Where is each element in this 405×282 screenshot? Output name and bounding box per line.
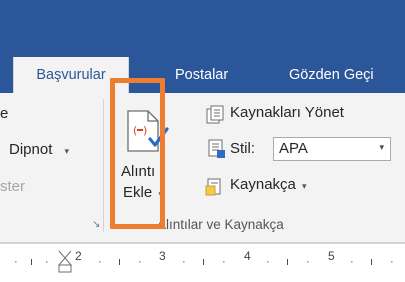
manage-sources-label: Kaynakları Yönet <box>230 104 344 121</box>
citation-document-icon: ( ) <box>127 110 169 152</box>
ruler-tick: · <box>98 256 102 268</box>
ruler-tick: ı <box>370 256 374 268</box>
ruler-tick: · <box>138 256 142 268</box>
insert-footnote-button[interactable]: Dipnot ▾ <box>9 141 69 158</box>
bibliography-button[interactable]: Kaynakça ▾ <box>205 175 345 199</box>
ruler-tick: · <box>14 256 18 268</box>
ribbon-panel: e Dipnot ▾ ster ( ) Alıntı Ekle ▾ Kaynak… <box>0 93 405 243</box>
insert-citation-button[interactable]: ( ) Alıntı Ekle ▾ <box>116 103 170 215</box>
citation-style-value: APA <box>279 140 308 157</box>
bibliography-label: Kaynakça ▾ <box>230 176 307 193</box>
ribbon-tabs: Başvurular Postalar Gözden Geçi <box>0 57 405 93</box>
style-label: Stil: <box>230 140 256 157</box>
chevron-down-icon: ▾ <box>302 181 307 191</box>
ruler-tick: ı <box>286 256 290 268</box>
ruler-tick: · <box>266 256 270 268</box>
citation-style-dropdown[interactable]: APA ▾ <box>273 137 391 161</box>
ruler-tick: ı <box>202 256 206 268</box>
ruler-number: 5 <box>328 249 335 263</box>
group-separator <box>103 99 104 232</box>
ruler-tick: ı <box>118 256 122 268</box>
ruler-number: 4 <box>244 249 251 263</box>
tab-references[interactable]: Başvurular <box>13 57 129 93</box>
chevron-down-icon: ▾ <box>64 146 70 156</box>
bibliography-icon <box>205 178 221 196</box>
tab-review[interactable]: Gözden Geçi <box>289 57 374 93</box>
disabled-command-label: ster <box>0 178 26 195</box>
ruler-tick: ı <box>30 256 34 268</box>
ruler: · ı · 2 · ı · 3 · ı · 4 · ı · 5 · ı · <box>0 243 405 282</box>
insert-footnote-label: Dipnot <box>9 141 53 158</box>
group-label-citations: Alıntılar ve Kaynakça <box>157 217 284 232</box>
ruler-tick: · <box>222 256 226 268</box>
insert-citation-label-line1: Alıntı <box>121 163 156 180</box>
insert-citation-label-line2: Ekle ▾ <box>123 184 163 201</box>
ruler-number: 3 <box>159 249 166 263</box>
style-icon <box>208 139 225 158</box>
partial-left-label: e <box>0 105 9 122</box>
ruler-number: 2 <box>75 249 82 263</box>
indent-marker-icon[interactable] <box>55 249 75 273</box>
dialog-launcher-icon[interactable]: ↘ <box>92 219 100 230</box>
ruler-tick: · <box>306 256 310 268</box>
tab-mailings[interactable]: Postalar <box>175 57 228 93</box>
ruler-tick: · <box>350 256 354 268</box>
ruler-tick: · <box>390 256 394 268</box>
chevron-down-icon: ▾ <box>379 142 384 152</box>
svg-text:(: ( <box>133 124 137 137</box>
manage-sources-icon <box>206 105 224 124</box>
svg-text:): ) <box>143 124 147 137</box>
title-bar <box>0 0 405 57</box>
ruler-tick: · <box>45 256 49 268</box>
chevron-down-icon: ▾ <box>158 189 163 199</box>
manage-sources-button[interactable]: Kaynakları Yönet <box>205 103 395 127</box>
ruler-tick: · <box>182 256 186 268</box>
